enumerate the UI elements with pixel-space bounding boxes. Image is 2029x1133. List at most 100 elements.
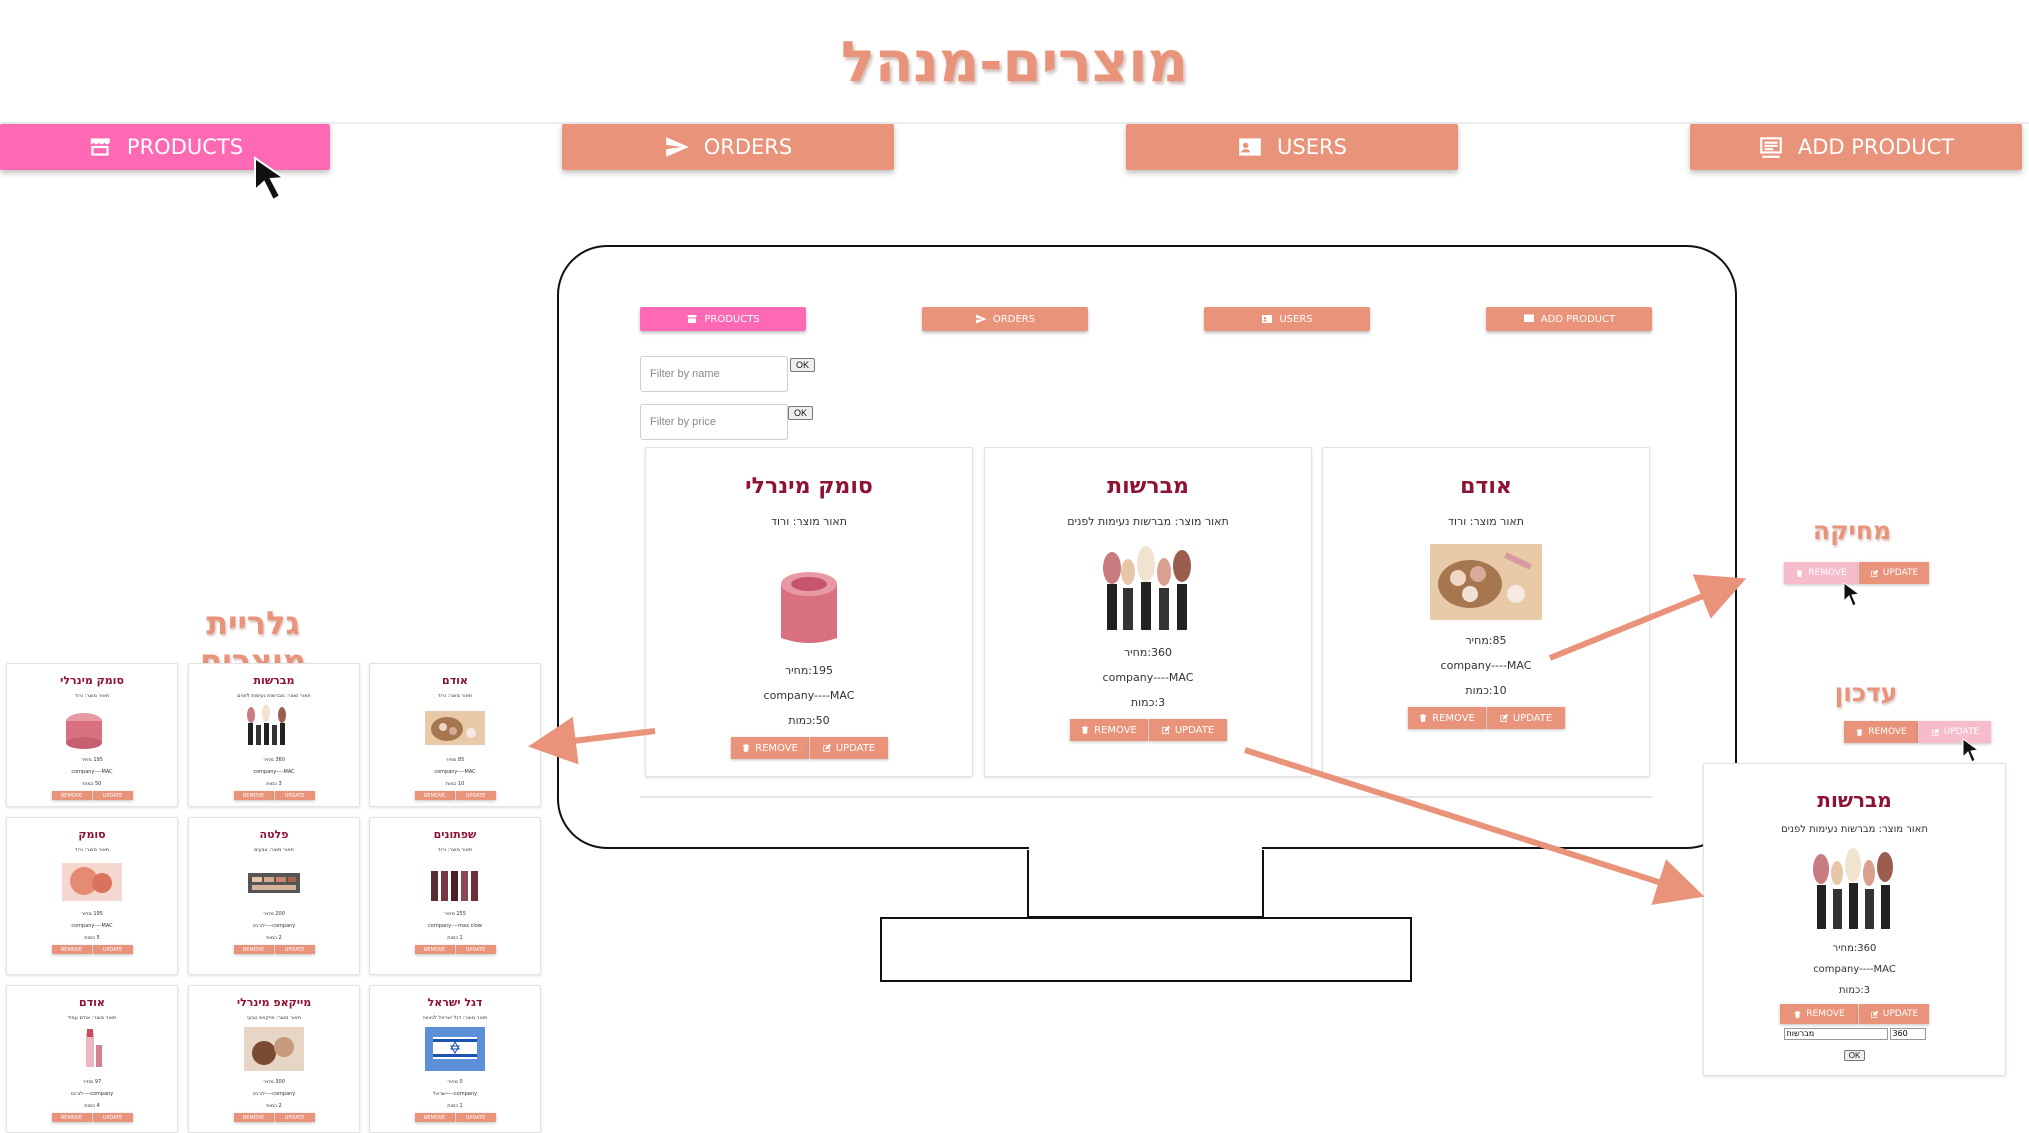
product-company: company----MAC	[1102, 671, 1194, 684]
nav-orders-button[interactable]: ORDERS	[562, 124, 894, 170]
product-image	[1093, 544, 1203, 632]
remove-button[interactable]: REMOVE	[1780, 1004, 1858, 1024]
remove-button[interactable]: REMOVE	[414, 945, 455, 954]
product-price: 195:מחיר	[784, 664, 834, 677]
edit-price-input[interactable]: 360	[1889, 1028, 1926, 1040]
product-price: 200 מחיר	[263, 911, 285, 917]
remove-button[interactable]: REMOVE	[730, 737, 809, 759]
remove-button[interactable]: REMOVE	[1069, 719, 1148, 741]
product-description: תאור מוצר: ורוד	[1448, 515, 1524, 528]
product-company: company----לורנס	[70, 1091, 114, 1097]
remove-button[interactable]: REMOVE	[233, 945, 274, 954]
mouse-cursor-icon	[254, 156, 287, 202]
gallery-card: פלטה תאור מוצר: צבעים 200 מחיר company----ל…	[188, 817, 360, 975]
delete-demo-label: מחיקה	[1812, 516, 1892, 545]
product-card: מברשות תאור מוצר: מברשות נעימות לפנים 36…	[984, 447, 1312, 777]
product-title: מייקאפ מינרלי	[236, 996, 312, 1009]
monitor-nav-products-label: PRODUCTS	[704, 313, 760, 325]
update-button[interactable]: UPDATE	[809, 737, 888, 759]
filter-name-ok-button[interactable]: OK	[790, 358, 816, 372]
nav-users-button[interactable]: USERS	[1126, 124, 1458, 170]
product-price: 85 מחיר	[445, 757, 465, 763]
remove-button[interactable]: REMOVE	[51, 791, 92, 800]
gallery-card: מברשות תאור מוצר: מברשות נעימות לפנים 360 …	[188, 663, 360, 807]
product-price: 300 מחיר	[263, 1079, 285, 1085]
update-button[interactable]: UPDATE	[92, 945, 133, 954]
product-quantity: 10:כמות	[1465, 684, 1507, 697]
product-description: תאור מוצר: מייקאפ טבעי	[247, 1015, 301, 1021]
list-box-icon	[1523, 314, 1534, 322]
monitor-neck	[1027, 850, 1264, 918]
contact-card-icon	[1239, 138, 1261, 156]
product-title: אודם	[1460, 474, 1512, 499]
update-button[interactable]: UPDATE	[274, 1113, 315, 1122]
remove-button[interactable]: REMOVE	[1844, 721, 1918, 743]
product-image	[248, 873, 300, 893]
update-button[interactable]: UPDATE	[274, 945, 315, 954]
update-button[interactable]: UPDATE	[1486, 707, 1565, 729]
update-button[interactable]: UPDATE	[92, 791, 133, 800]
remove-button[interactable]: REMOVE	[414, 1113, 455, 1122]
product-company: company----לורנס	[252, 923, 296, 929]
edit-ok-button[interactable]: OK	[1843, 1050, 1866, 1061]
remove-button[interactable]: REMOVE	[233, 791, 274, 800]
product-description: תאור מוצר: מברשות נעימות לפנים	[1067, 515, 1229, 528]
monitor-nav-add-product[interactable]: ADD PRODUCT	[1486, 307, 1652, 331]
edit-name-input[interactable]: מברשות	[1783, 1028, 1888, 1040]
mouse-cursor-icon	[1843, 582, 1861, 607]
remove-label: REMOVE	[1868, 727, 1907, 737]
product-image	[425, 1027, 485, 1071]
product-title: אודם	[79, 996, 105, 1009]
monitor-nav-products[interactable]: PRODUCTS	[640, 307, 806, 331]
product-price: 0 מחיר	[447, 1079, 463, 1085]
update-button[interactable]: UPDATE	[1859, 562, 1929, 584]
product-card: אודם תאור מוצר: ורוד 85:מחיר company----…	[1322, 447, 1650, 777]
remove-button[interactable]: REMOVE	[1784, 562, 1858, 584]
product-company: company----MAC	[253, 769, 295, 775]
update-button[interactable]: UPDATE	[274, 791, 315, 800]
monitor-stand	[880, 917, 1412, 982]
remove-label: REMOVE	[755, 742, 798, 754]
product-description: תאור מוצר: ורוד	[437, 847, 473, 853]
update-label: UPDATE	[1512, 712, 1553, 724]
product-quantity: 1 כמות	[447, 935, 463, 941]
monitor-nav-orders[interactable]: ORDERS	[922, 307, 1088, 331]
update-button[interactable]: UPDATE	[455, 791, 496, 800]
product-company: company----MAC	[434, 769, 476, 775]
monitor-nav-users[interactable]: USERS	[1204, 307, 1370, 331]
update-button[interactable]: UPDATE	[1919, 721, 1991, 743]
product-company: company----MAC	[763, 689, 855, 702]
update-button[interactable]: UPDATE	[455, 1113, 496, 1122]
product-price: 97 מחיר	[82, 1079, 102, 1085]
product-title: שפתונים	[433, 828, 477, 841]
filter-name-input[interactable]: Filter by name	[640, 356, 788, 392]
remove-button[interactable]: REMOVE	[51, 945, 92, 954]
product-price: 360 מחיר	[263, 757, 285, 763]
remove-button[interactable]: REMOVE	[1407, 707, 1486, 729]
update-button[interactable]: UPDATE	[1859, 1004, 1929, 1024]
nav-add-product-button[interactable]: ADD PRODUCT	[1690, 124, 2022, 170]
product-description: תאור מוצר: ורוד	[74, 847, 110, 853]
update-button[interactable]: UPDATE	[455, 945, 496, 954]
next-row-divider	[640, 796, 1652, 798]
product-price: 360:מחיר	[1832, 943, 1877, 954]
update-label: UPDATE	[1882, 568, 1919, 578]
product-quantity: 3 כמות	[266, 781, 282, 787]
update-label: UPDATE	[1174, 724, 1215, 736]
gallery-card: מייקאפ מינרלי תאור מוצר: מייקאפ טבעי 300 מ…	[188, 985, 360, 1133]
product-quantity: 50 כמות	[82, 781, 102, 787]
remove-button[interactable]: REMOVE	[414, 791, 455, 800]
remove-button[interactable]: REMOVE	[233, 1113, 274, 1122]
remove-button[interactable]: REMOVE	[51, 1113, 92, 1122]
product-image	[244, 1027, 304, 1071]
update-button[interactable]: UPDATE	[1148, 719, 1227, 741]
product-title: סומק מינרלי	[60, 674, 124, 687]
trash-icon	[1419, 714, 1427, 722]
filter-price-input[interactable]: Filter by price	[640, 404, 788, 440]
product-price: 85:מחיר	[1465, 634, 1507, 647]
product-image	[431, 871, 478, 901]
product-description: תאור מוצר: מברשות נעימות לפנים	[237, 693, 311, 699]
update-button[interactable]: UPDATE	[92, 1113, 133, 1122]
filter-price-ok-button[interactable]: OK	[788, 406, 814, 420]
product-price: 195 מחיר	[81, 911, 103, 917]
